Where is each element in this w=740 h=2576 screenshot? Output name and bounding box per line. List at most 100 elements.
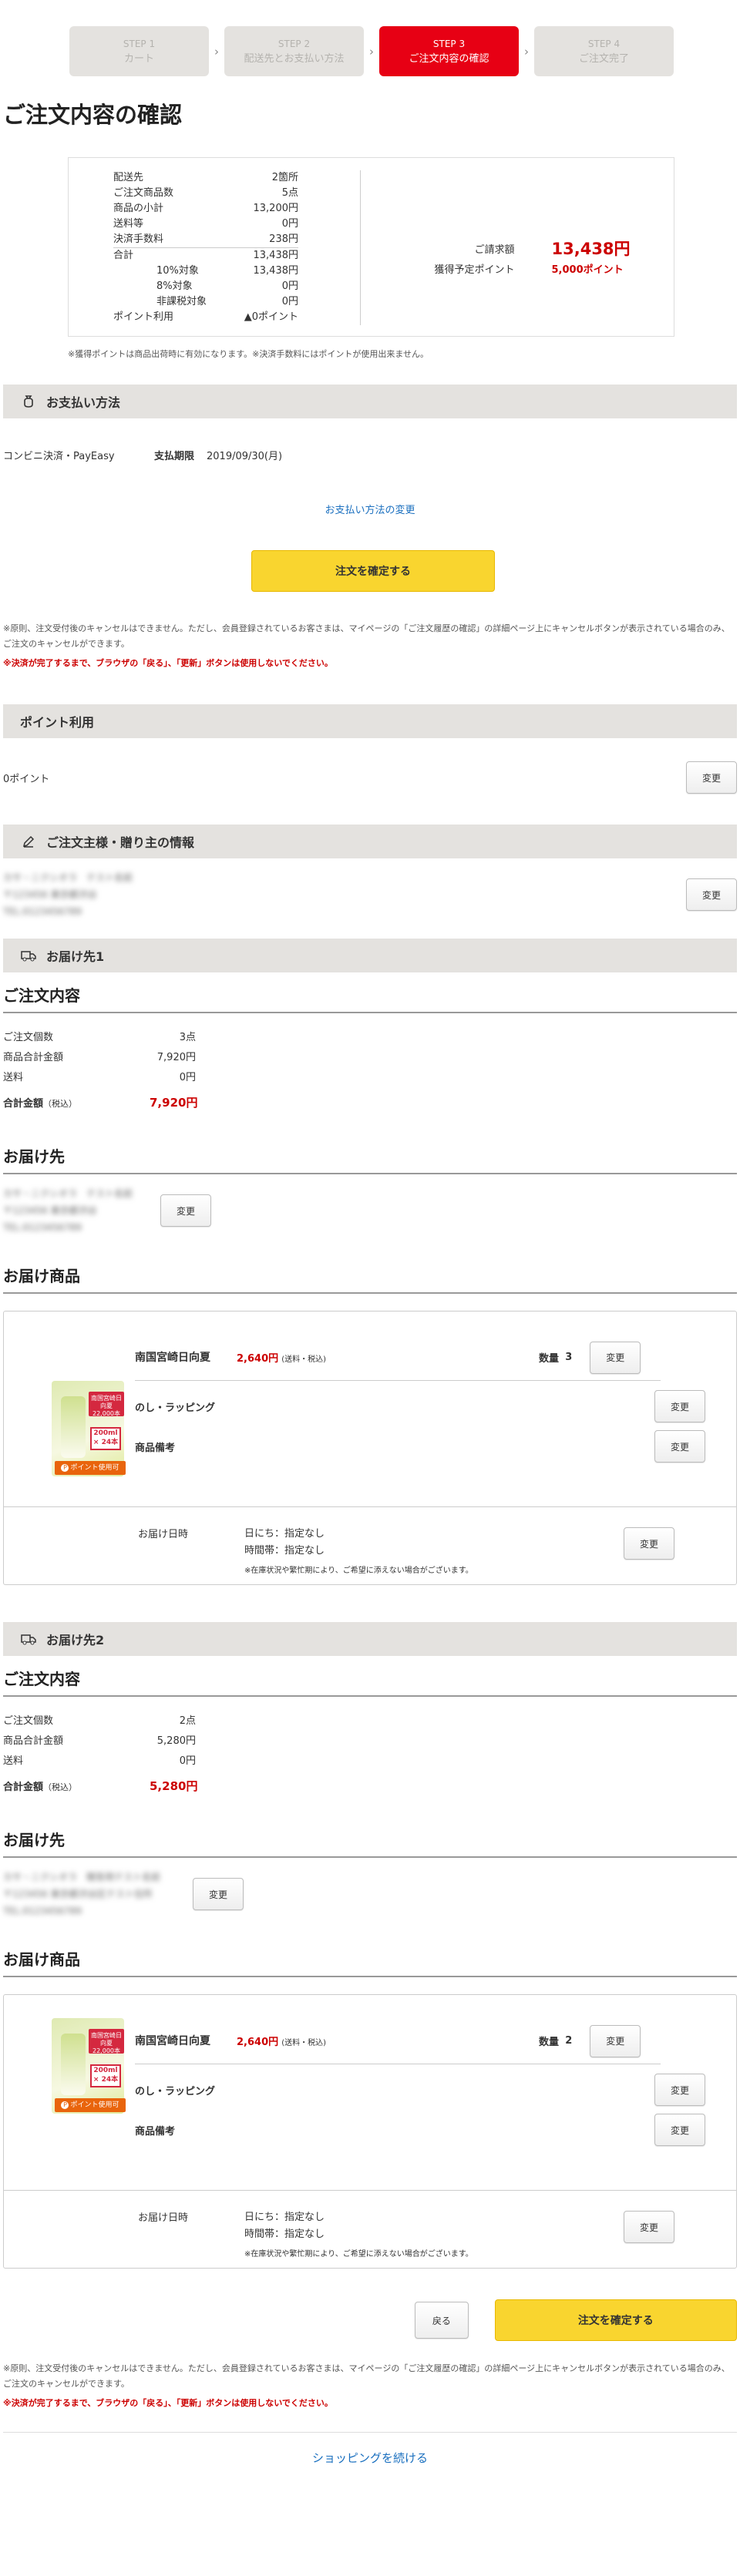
product-row: 南国宮崎日向夏 22,000本 200ml × 24本 P ポイント使用可 南国宮… (4, 1995, 736, 2191)
summary-row: 送料等 0円 (113, 217, 298, 232)
summary-row: ご注文商品数 5点 (113, 186, 298, 201)
confirm-order-button-bottom[interactable]: 注文を確定する (494, 2299, 737, 2341)
page-title: ご注文内容の確認 (3, 102, 183, 128)
total-label-text: 合計金額 (3, 1781, 44, 1793)
change-payment-link[interactable]: お支払い方法の変更 (325, 505, 415, 516)
pencil-icon (20, 833, 37, 850)
product-price: 2,640円 (237, 1353, 279, 1365)
step-1: STEP 1 カート (69, 26, 209, 76)
step-number: STEP 4 (587, 39, 621, 49)
qty-value: 3 (565, 1352, 573, 1363)
payment-details: コンビニ決済・PayEasy 支払期限 2019/09/30(月) (3, 448, 737, 463)
product-image: 南国宮崎日向夏 22,000本 200ml × 24本 P ポイント使用可 (52, 2018, 126, 2114)
change-qty-button[interactable]: 変更 (590, 2024, 641, 2057)
orderer-address: カサ・ニクシオラ テスト名前 〒123456 東京都渋谷 TEL:0123456… (3, 869, 133, 920)
change-qty-button[interactable]: 変更 (590, 1341, 641, 1374)
orderer-addr: 〒123456 東京都渋谷 (3, 889, 97, 900)
address-line: TEL:0123456789 (3, 1906, 82, 1916)
noshi-label: のし・ラッピング (135, 2085, 216, 2097)
contents-value: 2点 (179, 1715, 196, 1727)
product-name: 南国宮崎日向夏 (135, 2034, 210, 2047)
summary-key: ポイント利用 (113, 311, 174, 323)
step-label: 配送先とお支払い方法 (244, 53, 345, 65)
summary-key: 10%対象 (156, 265, 199, 277)
billing-label: ご請求額 (474, 243, 515, 256)
delivery-2-header: お届け先2 (3, 1622, 737, 1656)
total-label: 合計金額（税込） (3, 1778, 150, 1793)
delivery-address: カサ・ニクシオラ 贈答用テスト名前 〒123456 東京都渋谷区テスト住所 TE… (3, 1869, 737, 1919)
order-contents-title: ご注文内容 (3, 1667, 737, 1697)
change-address-button[interactable]: 変更 (160, 1194, 211, 1227)
step-number: STEP 2 (278, 39, 311, 49)
contents-row: 商品合計金額 5,280円 (3, 1729, 737, 1749)
summary-key: 配送先 (113, 172, 144, 183)
points-badge-text: ポイント使用可 (70, 2101, 119, 2109)
summary-value: 5点 (281, 187, 298, 199)
total-value: 7,920円 (150, 1095, 198, 1110)
delivery-items-title: お届け商品 (3, 1264, 737, 1294)
confirm-order-button[interactable]: 注文を確定する (251, 550, 495, 592)
qty-label: 数量 (539, 1353, 560, 1365)
money-bag-icon (20, 393, 37, 410)
payment-method: コンビニ決済・PayEasy (3, 451, 115, 462)
change-points-button[interactable]: 変更 (686, 761, 737, 794)
date-values: 日にち：指定なし 時間帯：指定なし ※在庫状況や繁忙期により、ご希望に添えない場… (244, 2209, 624, 2263)
contents-row: ご注文個数 3点 (3, 1026, 737, 1046)
back-button[interactable]: 戻る (415, 2302, 469, 2339)
step-label: ご注文完了 (578, 53, 629, 65)
bottle-shape (61, 1396, 86, 1458)
step-number: STEP 1 (123, 39, 156, 49)
summary-row: 商品の小計 13,200円 (113, 201, 298, 217)
point-icon: P (61, 2101, 69, 2109)
change-address-button[interactable]: 変更 (193, 1878, 244, 1910)
contents-row: 送料 0円 (3, 1066, 737, 1086)
product-name: 南国宮崎日向夏 (135, 1351, 210, 1364)
image-tag: 南国宮崎日向夏 22,000本 (89, 1392, 124, 1417)
billing-row: ご請求額 13,438円 (422, 238, 674, 258)
summary-row: 8%対象 0円 (113, 279, 298, 294)
contents-value: 0円 (179, 1755, 196, 1767)
price-note: (送料・税込) (281, 2039, 327, 2047)
product-box: 南国宮崎日向夏 22,000本 200ml × 24本 P ポイント使用可 南国宮… (3, 1994, 737, 2269)
change-remarks-button[interactable]: 変更 (654, 2114, 705, 2146)
step-label: ご注文内容の確認 (409, 53, 489, 65)
continue-shopping-link[interactable]: ショッピングを続ける (312, 2451, 428, 2465)
change-date-button[interactable]: 変更 (624, 1527, 674, 1560)
remarks-label: 商品備考 (135, 1442, 176, 1454)
change-remarks-button[interactable]: 変更 (654, 1430, 705, 1463)
address-line: カサ・ニクシオラ テスト名前 (3, 1188, 133, 1199)
contents-row: ご注文個数 2点 (3, 1709, 737, 1729)
step-number: STEP 3 (432, 39, 466, 49)
orderer-section-header: ご注文主様・贈り主の情報 (3, 825, 737, 858)
section-title: ご注文主様・贈り主の情報 (46, 835, 195, 850)
delivery-address-title: お届け先 (3, 1828, 737, 1858)
summary-value: 0円 (281, 218, 298, 230)
contents-value: 7,920円 (156, 1051, 196, 1063)
total-row: 合計金額（税込） 7,920円 (3, 1092, 737, 1112)
orderer-tel: TEL:0123456789 (3, 906, 82, 917)
chevron-right-icon: › (524, 44, 529, 59)
change-date-button[interactable]: 変更 (624, 2211, 674, 2243)
remarks-row: 商品備考 変更 (135, 1430, 705, 1463)
product-row: 南国宮崎日向夏 22,000本 200ml × 24本 P ポイント使用可 南国宮… (4, 1312, 736, 1507)
contents-key: 商品合計金額 (3, 1051, 64, 1063)
product-box: 南国宮崎日向夏 22,000本 200ml × 24本 P ポイント使用可 南国宮… (3, 1311, 737, 1585)
address-line: 〒123456 東京都渋谷 (3, 1205, 97, 1216)
summary-key: 8%対象 (156, 280, 193, 292)
date-day: 日にち：指定なし (244, 2212, 325, 2223)
total-value: 5,280円 (150, 1778, 198, 1793)
orderer-name: カサ・ニクシオラ テスト名前 (3, 872, 133, 883)
point-icon: P (61, 1463, 69, 1472)
section-title: お届け先2 (46, 1633, 105, 1647)
points-row: 0ポイント 変更 (3, 761, 737, 794)
continue-area: ショッピングを続ける (3, 2432, 737, 2478)
change-noshi-button[interactable]: 変更 (654, 2074, 705, 2106)
checkout-page: STEP 1 カート › STEP 2 配送先とお支払い方法 › STEP 3 ご注文… (0, 0, 740, 2478)
section-title: お支払い方法 (46, 395, 121, 410)
summary-value: 238円 (269, 233, 298, 245)
change-orderer-button[interactable]: 変更 (686, 878, 737, 911)
contents-key: 送料 (3, 1755, 24, 1767)
order-contents: ご注文個数 2点 商品合計金額 5,280円 送料 0円 合計金額（税込） 5,280円 (3, 1709, 737, 1795)
change-noshi-button[interactable]: 変更 (654, 1390, 705, 1422)
deadline-value: 2019/09/30(月) (207, 451, 283, 462)
